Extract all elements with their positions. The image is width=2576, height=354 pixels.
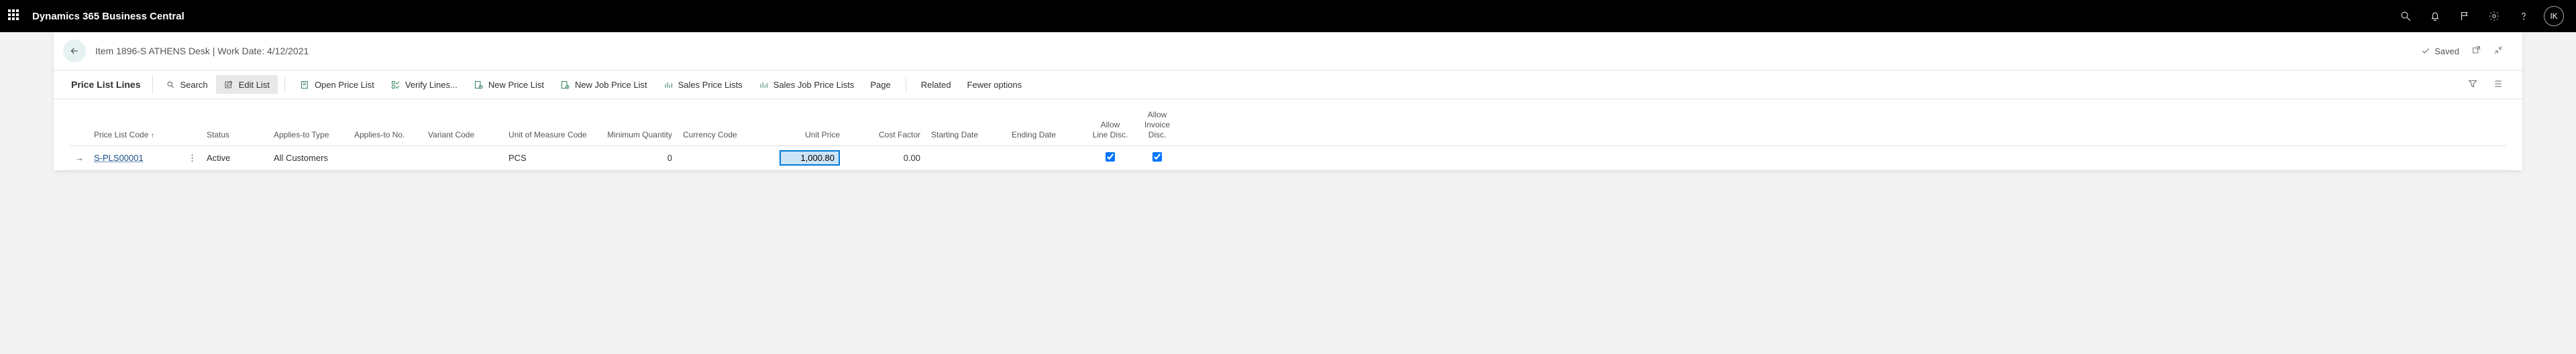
cell-applies-type[interactable]: All Customers bbox=[268, 146, 349, 170]
verify-lines-button[interactable]: Verify Lines... bbox=[382, 75, 466, 94]
page-header-row: Item 1896-S ATHENS Desk | Work Date: 4/1… bbox=[54, 32, 2522, 70]
new-price-list-label: New Price List bbox=[488, 80, 544, 90]
new-job-price-list-icon bbox=[560, 79, 571, 90]
list-view-icon[interactable] bbox=[2490, 76, 2506, 94]
page-menu-label: Page bbox=[870, 80, 890, 90]
row-indicator-icon: → bbox=[70, 146, 89, 170]
verify-lines-label: Verify Lines... bbox=[405, 80, 458, 90]
notifications-icon[interactable] bbox=[2422, 0, 2449, 32]
cell-currency[interactable] bbox=[678, 146, 758, 170]
cell-cost-factor[interactable]: 0.00 bbox=[845, 146, 926, 170]
search-button[interactable]: Search bbox=[157, 75, 215, 94]
sales-job-price-lists-button[interactable]: Sales Job Price Lists bbox=[751, 75, 863, 94]
search-icon bbox=[165, 79, 176, 90]
col-applies-type[interactable]: Applies-to Type bbox=[268, 106, 349, 146]
back-button[interactable] bbox=[63, 40, 86, 62]
cell-start-date[interactable] bbox=[926, 146, 1006, 170]
product-name: Dynamics 365 Business Central bbox=[32, 11, 184, 22]
col-allow-line-disc[interactable]: Allow Line Disc. bbox=[1087, 106, 1134, 146]
sales-price-lists-button[interactable]: Sales Price Lists bbox=[655, 75, 751, 94]
open-price-list-icon bbox=[300, 79, 311, 90]
fewer-options-button[interactable]: Fewer options bbox=[959, 76, 1030, 94]
unit-price-input[interactable] bbox=[780, 150, 840, 166]
cell-unit-price[interactable] bbox=[758, 146, 845, 170]
col-currency[interactable]: Currency Code bbox=[678, 106, 758, 146]
section-title: Price List Lines bbox=[70, 75, 153, 94]
popout-icon[interactable] bbox=[2471, 45, 2481, 57]
sales-job-price-lists-label: Sales Job Price Lists bbox=[773, 80, 855, 90]
collapse-icon[interactable] bbox=[2493, 45, 2504, 57]
cell-applies-no[interactable] bbox=[349, 146, 423, 170]
sales-price-lists-icon bbox=[663, 79, 674, 90]
saved-label: Saved bbox=[2434, 46, 2459, 56]
user-avatar[interactable]: IK bbox=[2544, 6, 2564, 26]
sales-job-price-lists-icon bbox=[759, 79, 769, 90]
col-min-qty[interactable]: Minimum Quantity bbox=[597, 106, 678, 146]
open-price-list-button[interactable]: Open Price List bbox=[292, 75, 382, 94]
table-row[interactable]: → S-PLS00001 ⋮ActiveAll Customers PCS0 0.00 bbox=[70, 146, 2506, 170]
flag-icon[interactable] bbox=[2451, 0, 2478, 32]
new-price-list-icon bbox=[474, 79, 484, 90]
sort-asc-icon: ↑ bbox=[151, 132, 154, 139]
cell-status[interactable]: Active bbox=[201, 146, 268, 170]
new-price-list-button[interactable]: New Price List bbox=[466, 75, 552, 94]
col-variant[interactable]: Variant Code bbox=[423, 106, 503, 146]
col-allow-inv-disc[interactable]: Allow Invoice Disc. bbox=[1134, 106, 1181, 146]
cell-uom[interactable]: PCS bbox=[503, 146, 597, 170]
col-price-list-code[interactable]: Price List Code ↑ bbox=[89, 106, 182, 146]
edit-list-label: Edit List bbox=[239, 80, 270, 90]
fewer-options-label: Fewer options bbox=[967, 80, 1022, 90]
verify-lines-icon bbox=[390, 79, 401, 90]
col-cost-factor[interactable]: Cost Factor bbox=[845, 106, 926, 146]
row-more-icon[interactable]: ⋮ bbox=[182, 146, 201, 170]
allow-inv-disc-checkbox[interactable] bbox=[1152, 152, 1162, 162]
new-job-price-list-button[interactable]: New Job Price List bbox=[552, 75, 655, 94]
global-topbar: Dynamics 365 Business Central IK bbox=[0, 0, 2576, 32]
page-card: Item 1896-S ATHENS Desk | Work Date: 4/1… bbox=[54, 32, 2522, 170]
new-job-price-list-label: New Job Price List bbox=[575, 80, 647, 90]
help-icon[interactable] bbox=[2510, 0, 2537, 32]
related-menu[interactable]: Related bbox=[913, 76, 959, 94]
open-price-list-label: Open Price List bbox=[315, 80, 374, 90]
price-list-grid: Price List Code ↑ Status Applies-to Type… bbox=[54, 99, 2522, 170]
search-icon[interactable] bbox=[2392, 0, 2419, 32]
col-end-date[interactable]: Ending Date bbox=[1006, 106, 1087, 146]
price-list-code-link[interactable]: S-PLS00001 bbox=[94, 153, 144, 163]
col-unit-price[interactable]: Unit Price bbox=[758, 106, 845, 146]
settings-gear-icon[interactable] bbox=[2481, 0, 2508, 32]
sales-price-lists-label: Sales Price Lists bbox=[678, 80, 743, 90]
page-menu[interactable]: Page bbox=[862, 76, 898, 94]
col-uom[interactable]: Unit of Measure Code bbox=[503, 106, 597, 146]
related-label: Related bbox=[921, 80, 951, 90]
saved-indicator: Saved bbox=[2421, 46, 2459, 56]
search-label: Search bbox=[180, 80, 207, 90]
check-icon bbox=[2421, 46, 2430, 56]
cell-min-qty[interactable]: 0 bbox=[597, 146, 678, 170]
cell-end-date[interactable] bbox=[1006, 146, 1087, 170]
filter-icon[interactable] bbox=[2465, 76, 2481, 94]
col-start-date[interactable]: Starting Date bbox=[926, 106, 1006, 146]
topbar-icons: IK bbox=[2392, 0, 2568, 32]
edit-list-button[interactable]: Edit List bbox=[216, 75, 278, 94]
edit-list-icon bbox=[224, 79, 235, 90]
col-status[interactable]: Status bbox=[201, 106, 268, 146]
cell-variant[interactable] bbox=[423, 146, 503, 170]
col-applies-no[interactable]: Applies-to No. bbox=[349, 106, 423, 146]
allow-line-disc-checkbox[interactable] bbox=[1106, 152, 1115, 162]
breadcrumb: Item 1896-S ATHENS Desk | Work Date: 4/1… bbox=[95, 46, 309, 56]
app-launcher-icon[interactable] bbox=[8, 9, 21, 23]
action-toolbar: Price List Lines Search Edit List Open P… bbox=[54, 70, 2522, 99]
